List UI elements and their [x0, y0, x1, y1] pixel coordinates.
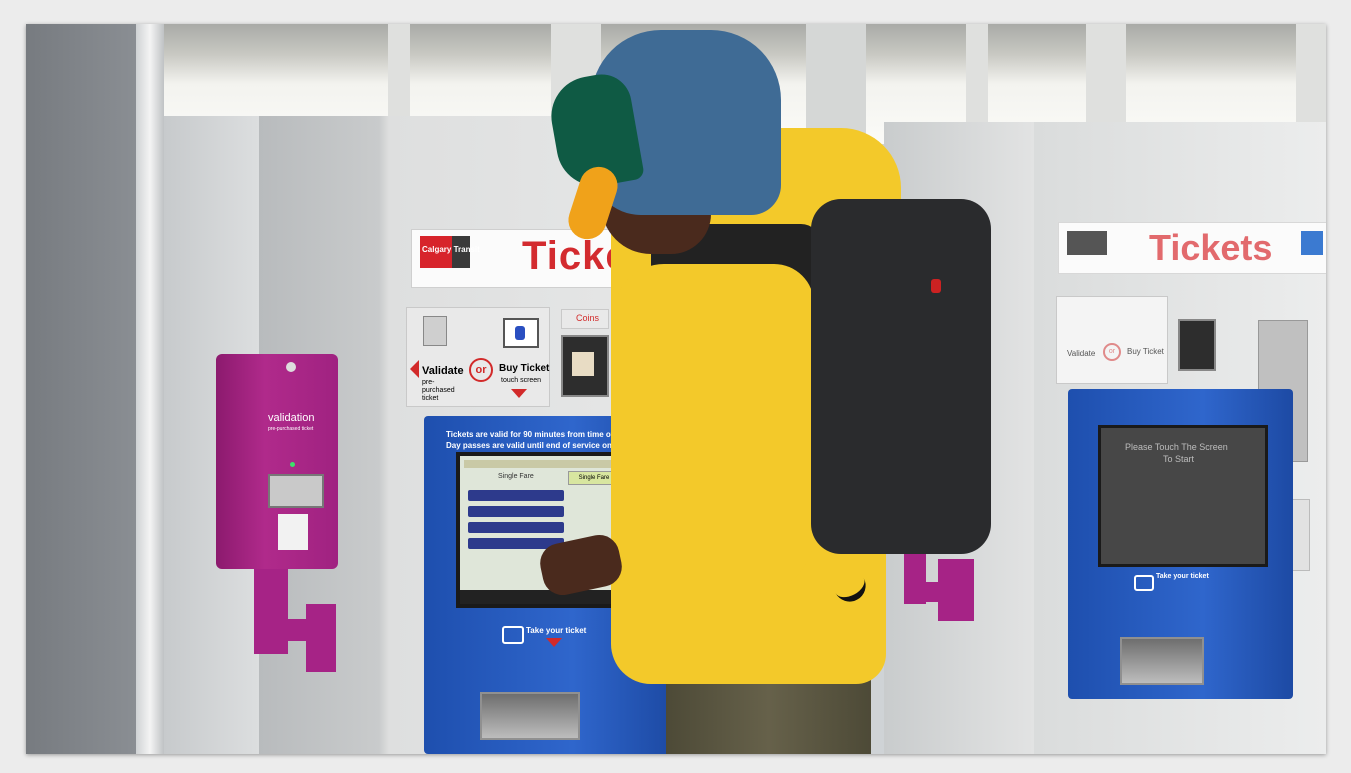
ticket-icon [502, 626, 524, 644]
backpack-logo [931, 279, 941, 293]
screen-prompt: Please Touch The Screen [1125, 442, 1228, 452]
validator-post [254, 569, 288, 654]
validator-mount [306, 604, 336, 672]
validator-mount [938, 559, 974, 621]
buy-ticket-label: Buy Ticket [1127, 347, 1164, 356]
screen-title: Single Fare [498, 473, 534, 480]
coins-label-box: Coins [561, 309, 609, 329]
touch-screen-icon [503, 318, 539, 348]
ticket-tray[interactable] [1120, 637, 1204, 685]
take-ticket-label: Take your ticket [1156, 573, 1209, 580]
photo: Calgary Transit Tickets Validate pre-pur… [26, 24, 1326, 754]
ticket-machine-blue: Please Touch The Screen To Start Take yo… [1068, 389, 1293, 699]
validate-label: Validate [1067, 349, 1096, 358]
fare-option[interactable] [468, 506, 564, 517]
person-sleeve [614, 264, 814, 594]
arrow-left-icon [410, 360, 419, 378]
instruction-panel: Validate pre-purchased ticket or Buy Tic… [406, 307, 550, 407]
or-badge: or [1103, 343, 1121, 361]
tickets-heading: Tickets [1149, 227, 1273, 268]
touch-screen[interactable]: Please Touch The Screen To Start [1098, 425, 1268, 567]
validate-card-icon [423, 316, 447, 346]
ticket-slot[interactable] [268, 474, 324, 508]
person-pants [666, 672, 871, 754]
backpack [811, 199, 991, 554]
fare-option[interactable] [468, 522, 564, 533]
pillar [136, 24, 164, 754]
left-wall [26, 24, 136, 754]
ticket-icon [1134, 575, 1154, 591]
arrow-down-icon [546, 638, 562, 647]
validator-sub: pre-purchased ticket [268, 426, 314, 432]
logo-text: Calgary Transit [422, 245, 480, 254]
validator-label: validation [268, 412, 315, 424]
coin-slot[interactable] [1178, 319, 1216, 371]
screen-prompt-2: To Start [1163, 454, 1195, 464]
arrow-down-icon [511, 389, 527, 398]
instruction-panel: Validate or Buy Ticket [1056, 296, 1168, 384]
validator-machine: validation pre-purchased ticket [216, 354, 338, 569]
sticker [278, 514, 308, 550]
validate-label: Validate [422, 365, 464, 377]
coins-label: Coins [576, 313, 600, 323]
calgary-transit-logo [1067, 231, 1107, 255]
photo-frame: Calgary Transit Tickets Validate pre-pur… [0, 0, 1351, 773]
status-light [290, 462, 295, 467]
take-ticket-label: Take your ticket [526, 626, 587, 635]
calgary-transit-logo: Calgary Transit [420, 236, 480, 268]
kiosk-header: Tickets [1058, 222, 1326, 274]
validate-sub: pre-purchased ticket [422, 379, 455, 402]
buy-ticket-label: Buy Ticket [499, 363, 550, 374]
payment-logo [1301, 231, 1323, 255]
window-mullion [1296, 24, 1326, 124]
or-badge: or [469, 358, 493, 382]
buy-ticket-sub: touch screen [501, 377, 542, 384]
ticket-tray[interactable] [480, 692, 580, 740]
fare-option[interactable] [468, 490, 564, 501]
coin-slot[interactable] [561, 335, 609, 397]
